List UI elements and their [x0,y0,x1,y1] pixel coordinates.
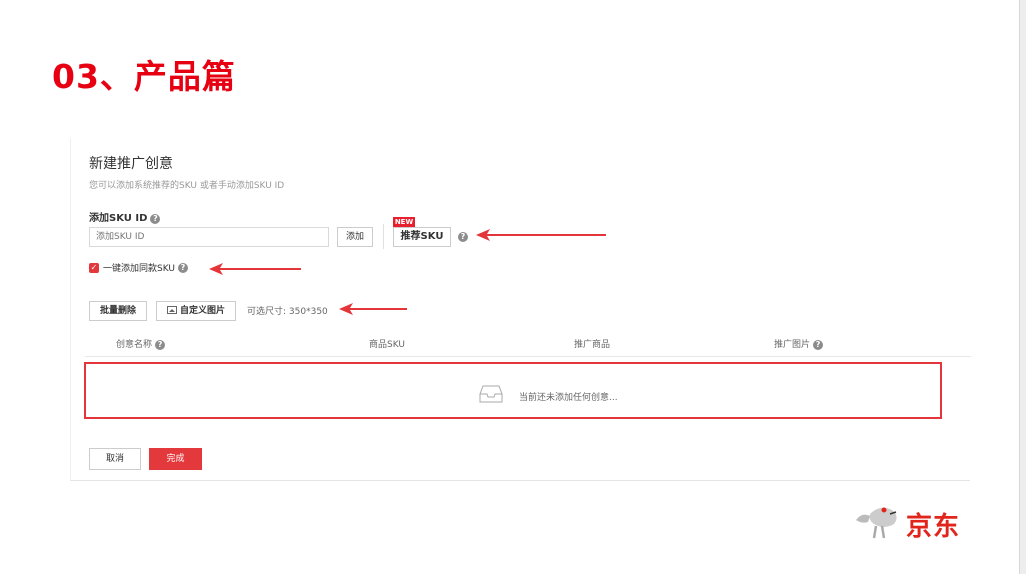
table-header-divider [85,356,971,357]
help-icon[interactable]: ? [177,262,188,273]
recommend-sku-button[interactable]: 推荐SKU [393,227,451,247]
add-sku-button[interactable]: 添加 [337,227,373,247]
help-icon[interactable]: ? [813,340,824,350]
column-header-product: 推广商品 [574,340,611,350]
jd-logo-text: 京东 [906,512,961,542]
image-icon [166,306,177,314]
finish-button[interactable]: 完成 [149,448,202,470]
size-hint-label: 可选尺寸: [247,307,287,317]
help-icon[interactable]: ? [155,340,166,350]
column-header-image-text: 推广图片 [774,340,811,350]
cancel-button[interactable]: 取消 [89,448,141,470]
sku-id-input[interactable] [89,227,329,247]
checkbox-checked-icon[interactable]: ✓ [89,262,99,273]
column-header-name-text: 创意名称 [116,340,153,350]
custom-image-label: 自定义图片 [179,306,225,316]
annotation-arrow-icon [339,303,407,315]
new-badge: NEW [393,217,415,227]
batch-delete-button[interactable]: 批量删除 [89,301,147,321]
empty-inbox-icon [479,385,503,403]
jd-logo: 京东 [854,502,984,546]
slide-title: 03、产品篇 [52,57,236,96]
size-hint: 可选尺寸: 350*350 [247,304,328,317]
help-icon[interactable]: ? [458,232,468,242]
panel-title: 新建推广创意 [89,156,173,172]
same-sku-label: 一键添加同款SKU [103,264,175,274]
empty-state-text: 当前还未添加任何创意... [519,393,618,403]
column-header-image: 推广图片? [774,337,824,350]
sku-id-label: 添加SKU ID? [89,209,161,224]
scrollbar[interactable] [1019,0,1026,574]
divider [383,224,384,249]
same-sku-option[interactable]: ✓ 一键添加同款SKU ? [89,261,188,274]
jd-dog-mascot-icon [856,507,897,539]
column-header-name: 创意名称? [116,337,166,350]
custom-image-button[interactable]: 自定义图片 [156,301,236,321]
panel-subtitle: 您可以添加系统推荐的SKU 或者手动添加SKU ID [89,181,285,191]
empty-state-highlight: 当前还未添加任何创意... [84,362,942,419]
annotation-arrow-icon [476,229,606,241]
create-creative-panel: 新建推广创意 您可以添加系统推荐的SKU 或者手动添加SKU ID 添加SKU … [70,138,971,481]
size-hint-value: 350*350 [288,307,328,317]
sku-id-label-text: 添加SKU ID [89,213,148,224]
column-header-sku: 商品SKU [369,340,405,350]
annotation-arrow-icon [209,263,301,275]
help-icon[interactable]: ? [150,214,161,224]
